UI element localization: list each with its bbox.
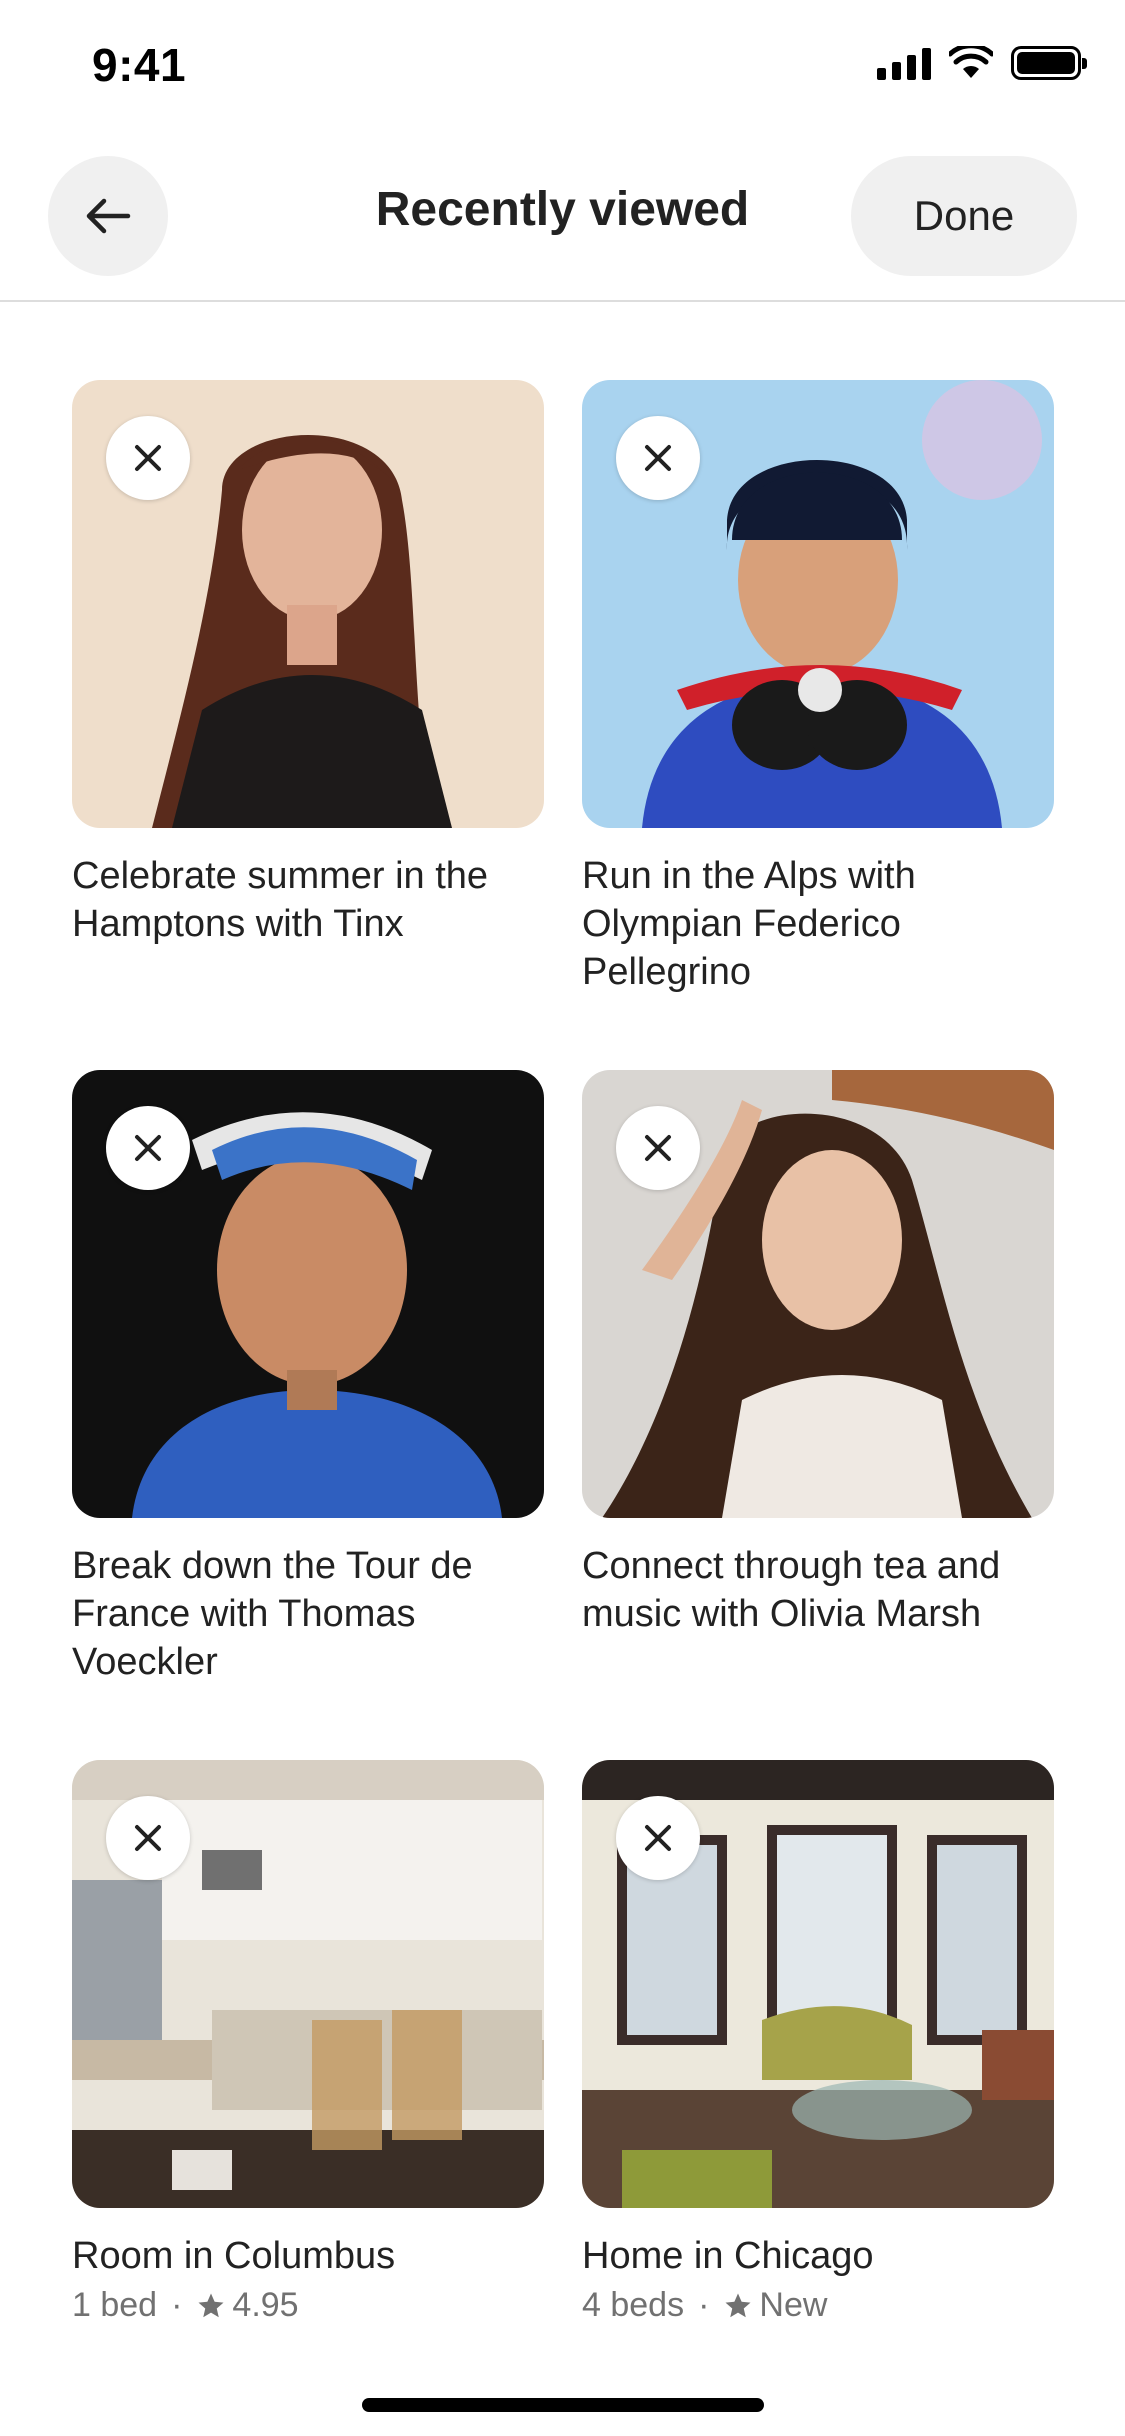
close-icon [645,1825,671,1851]
listing-photo[interactable] [72,1070,544,1518]
listing-meta: 1 bed · 4.95 [72,2286,544,2325]
separator-dot: · [171,2286,183,2324]
listing-photo[interactable] [582,1760,1054,2208]
remove-button[interactable] [616,1796,700,1880]
close-icon [135,445,161,471]
home-indicator[interactable] [362,2398,764,2412]
status-bar: 9:41 [0,0,1125,140]
list-item[interactable]: Home in Chicago 4 beds · New [582,1760,1054,2325]
star-icon [196,2291,226,2321]
listing-title: Run in the Alps with Olympian Federico P… [582,855,916,993]
battery-icon [1011,46,1087,80]
remove-button[interactable] [106,1796,190,1880]
listing-rating: 4.95 [232,2286,299,2324]
listing-meta: 4 beds · New [582,2286,1054,2325]
status-time: 9:41 [92,39,187,91]
list-item[interactable]: Break down the Tour de France with Thoma… [72,1070,544,1686]
cellular-signal-icon [877,46,931,80]
listing-title: Room in Columbus [72,2235,396,2277]
remove-button[interactable] [106,1106,190,1190]
remove-button[interactable] [616,1106,700,1190]
star-icon [723,2291,753,2321]
close-icon [645,445,671,471]
listing-title: Connect through tea and music with Olivi… [582,1545,1001,1635]
list-item[interactable]: Connect through tea and music with Olivi… [582,1070,1054,1638]
close-icon [645,1135,671,1161]
close-icon [135,1135,161,1161]
status-icons [877,46,1087,80]
listing-rating: New [759,2286,828,2324]
listing-details: 1 bed [72,2286,158,2324]
listing-details: 4 beds [582,2286,685,2324]
done-button[interactable]: Done [851,156,1077,276]
listing-photo[interactable] [72,1760,544,2208]
wifi-icon [949,46,993,78]
remove-button[interactable] [106,416,190,500]
list-item[interactable]: Celebrate summer in the Hamptons with Ti… [72,380,544,948]
listing-title: Break down the Tour de France with Thoma… [72,1545,473,1683]
list-item[interactable]: Run in the Alps with Olympian Federico P… [582,380,1054,996]
listing-title: Celebrate summer in the Hamptons with Ti… [72,855,489,945]
separator-dot: · [698,2286,710,2324]
header: Recently viewed Done [0,140,1125,302]
remove-button[interactable] [616,416,700,500]
arrow-left-icon [86,198,131,234]
back-button[interactable] [48,156,168,276]
listing-photo[interactable] [582,380,1054,828]
listing-photo[interactable] [582,1070,1054,1518]
listing-title: Home in Chicago [582,2235,874,2277]
listing-photo[interactable] [72,380,544,828]
close-icon [135,1825,161,1851]
list-item[interactable]: Room in Columbus 1 bed · 4.95 [72,1760,544,2325]
